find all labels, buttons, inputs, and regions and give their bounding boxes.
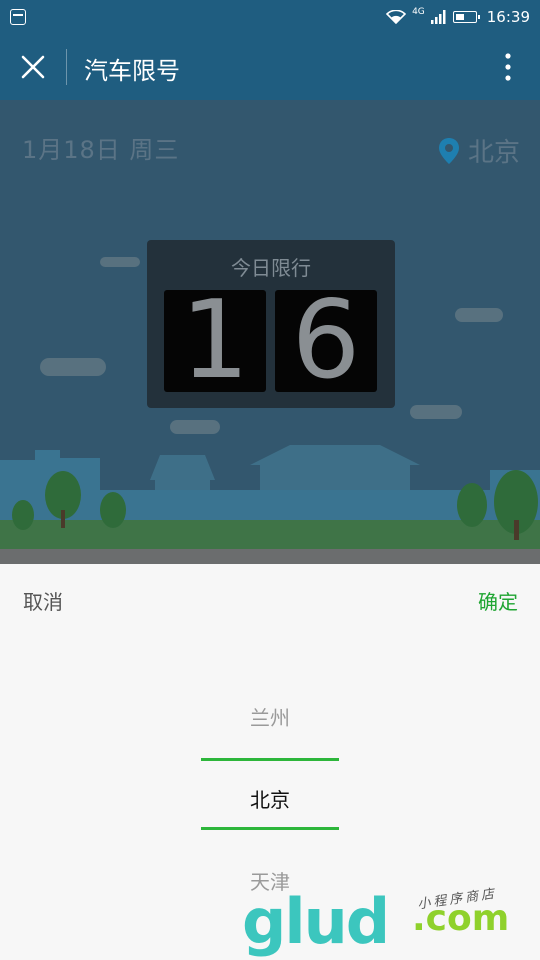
restriction-digit: 6 xyxy=(275,287,377,395)
restriction-scene: 1月18日 周三 北京 今日限行 1 6 xyxy=(0,100,540,550)
cloud xyxy=(40,358,106,376)
restriction-board: 今日限行 1 6 xyxy=(147,240,395,408)
restriction-digit: 1 xyxy=(164,287,266,395)
signal-icon xyxy=(430,10,446,24)
more-options-icon[interactable] xyxy=(496,50,520,84)
location-pin-icon xyxy=(438,137,459,164)
cloud xyxy=(455,308,503,322)
wifi-icon xyxy=(386,10,407,24)
picker-option-selected[interactable]: 北京 xyxy=(0,784,540,813)
picker-option[interactable]: 兰州 xyxy=(0,702,540,731)
status-bar: 4G 16:39 xyxy=(0,0,540,34)
cloud xyxy=(410,405,462,419)
calendar-app-icon xyxy=(10,9,26,25)
confirm-button[interactable]: 确定 xyxy=(478,586,518,615)
page-title: 汽车限号 xyxy=(84,57,180,85)
cloud xyxy=(100,257,140,267)
close-icon[interactable] xyxy=(16,50,50,84)
picker-selection-line-top xyxy=(201,758,339,761)
title-bar: 汽车限号 xyxy=(0,34,540,100)
network-type: 4G xyxy=(412,7,425,17)
scene-ground-strip xyxy=(0,549,540,564)
picker-selection-line-bottom xyxy=(201,827,339,830)
date-label: 1月18日 周三 xyxy=(22,136,180,164)
watermark-logo: glud xyxy=(242,885,390,958)
city-label: 北京 xyxy=(467,138,520,168)
status-right: 4G 16:39 xyxy=(386,0,530,34)
title-divider xyxy=(66,49,67,85)
city-skyline-illustration xyxy=(0,445,540,550)
city-selector[interactable]: 北京 xyxy=(438,132,520,169)
cancel-button[interactable]: 取消 xyxy=(23,586,63,615)
board-caption: 今日限行 xyxy=(231,256,311,280)
clock: 16:39 xyxy=(486,8,530,26)
battery-icon xyxy=(452,11,480,23)
